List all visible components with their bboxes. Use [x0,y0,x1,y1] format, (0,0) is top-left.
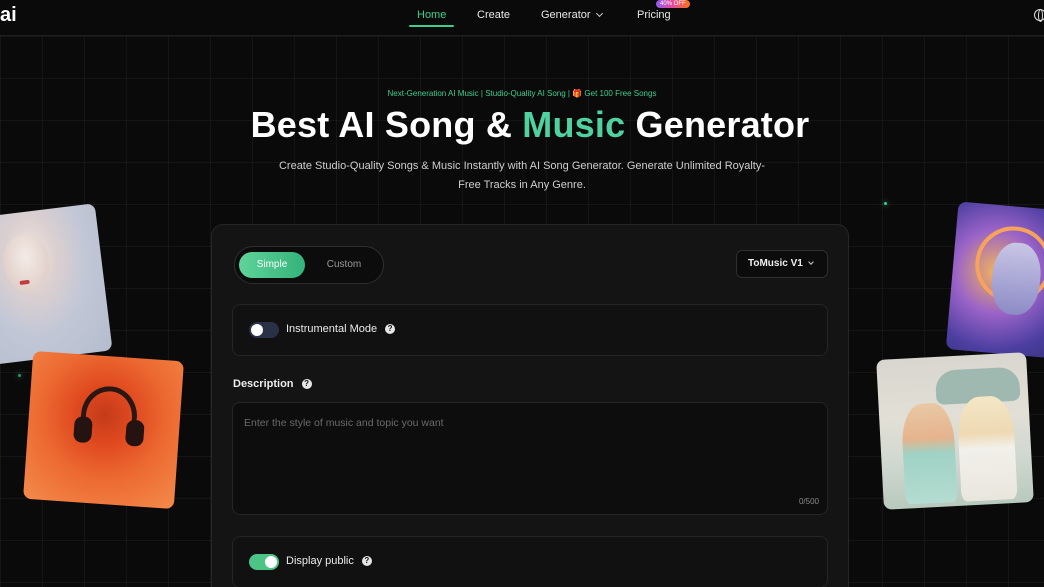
person-shape [956,394,1018,502]
artwork-portrait-image [0,203,113,365]
globe-icon[interactable] [1034,9,1044,22]
page-title: Best AI Song & Music Generator [0,104,1044,146]
display-public-text: Display public [286,555,354,567]
artwork-vr-image [945,201,1044,359]
instrumental-mode-row: Instrumental Mode? [232,304,828,356]
sparkle-decoration [884,202,887,205]
nav-generator[interactable]: Generator [541,9,603,21]
hero-subtitle: Create Studio-Quality Songs & Music Inst… [278,160,766,191]
headphone-cup-right [124,419,145,447]
logo[interactable]: ai [0,4,17,27]
title-part2: Generator [625,104,810,145]
display-public-toggle[interactable] [249,554,279,570]
display-public-label: Display public? [286,555,372,567]
sparkle-decoration [18,374,21,377]
help-icon[interactable]: ? [301,379,312,389]
mode-simple-button[interactable]: Simple [239,252,305,278]
headphone-cup-left [73,415,93,444]
artwork-headphones-image [23,350,184,510]
description-label-text: Description [233,378,294,390]
title-accent: Music [522,104,626,145]
title-part1: Best AI Song & [250,104,523,145]
instrumental-mode-label: Instrumental Mode? [286,323,396,335]
nav-active-indicator [409,25,454,27]
generator-card: Simple Custom ToMusic V1 Instrumental Mo… [211,224,849,587]
person-shape [900,402,958,505]
chevron-down-icon [595,9,603,18]
model-select[interactable]: ToMusic V1 [736,250,828,278]
top-nav: ai Home Create Generator Pricing 40% OFF [0,0,1044,36]
model-select-value: ToMusic V1 [748,258,803,269]
nav-generator-label: Generator [541,9,591,21]
instrumental-mode-text: Instrumental Mode [286,323,378,335]
description-label: Description? [233,378,312,390]
face-shape [0,231,53,295]
nav-home[interactable]: Home [417,9,446,21]
hero-tagline: Next-Generation AI Music | Studio-Qualit… [387,89,657,98]
description-placeholder: Enter the style of music and topic you w… [244,417,444,429]
nav-pricing[interactable]: Pricing [637,9,671,21]
mode-custom-button[interactable]: Custom [311,252,377,278]
discount-badge: 40% OFF [656,0,690,8]
description-input[interactable]: Enter the style of music and topic you w… [232,402,828,515]
help-icon[interactable]: ? [361,556,372,566]
mode-switch: Simple Custom [234,246,384,284]
instrumental-mode-toggle[interactable] [249,322,279,338]
chevron-down-icon [807,259,814,265]
artwork-retro-photo-image [876,352,1034,510]
nav-create[interactable]: Create [477,9,510,21]
help-icon[interactable]: ? [385,324,396,334]
char-count: 0/500 [798,497,819,506]
display-public-row: Display public? [232,536,828,587]
